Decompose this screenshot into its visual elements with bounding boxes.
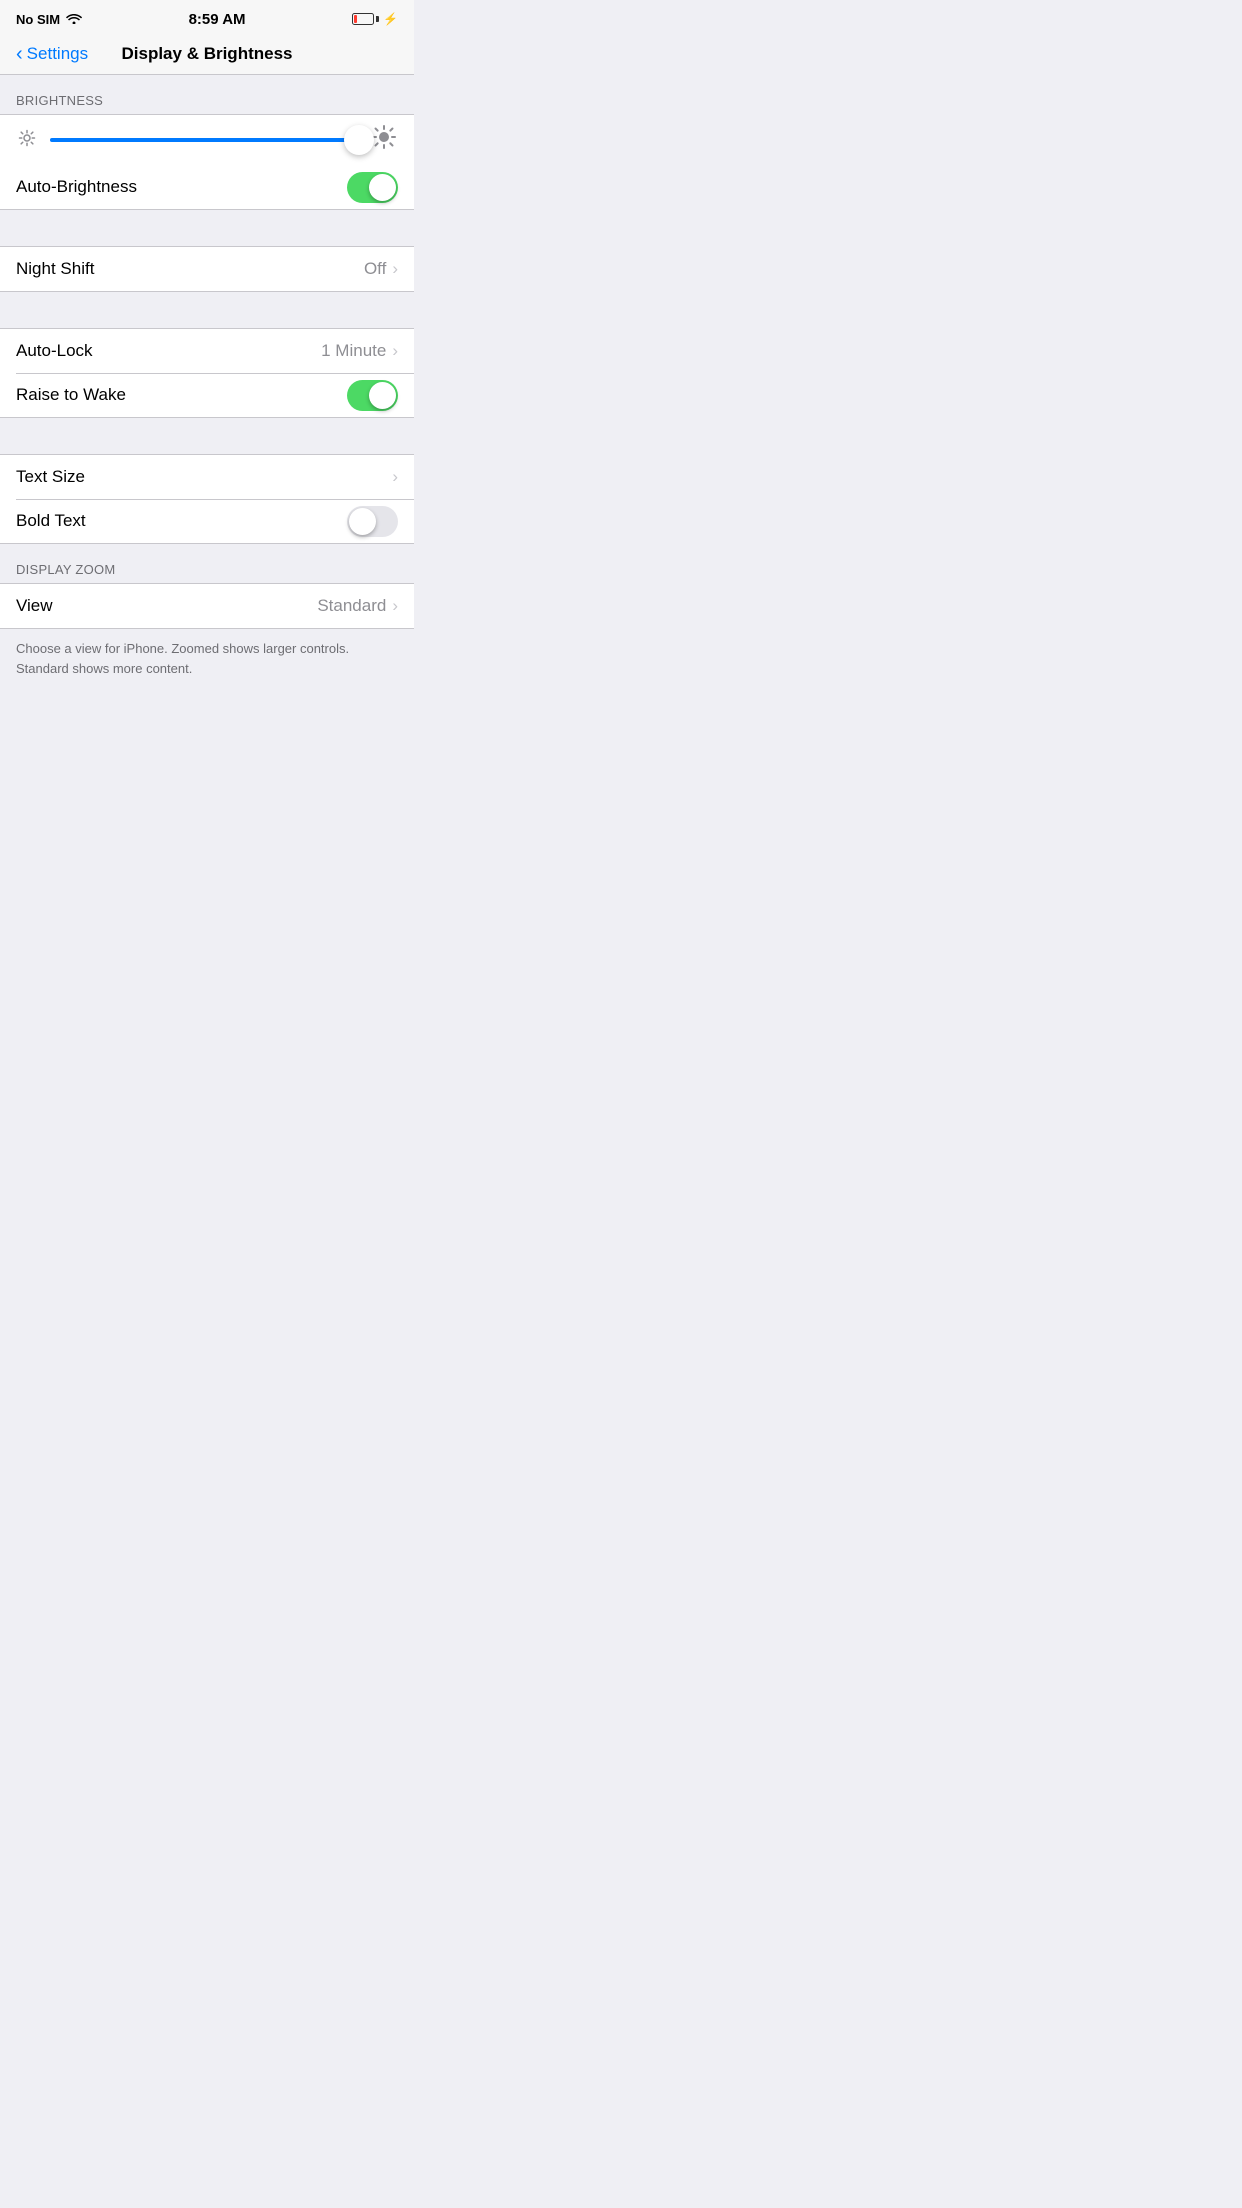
battery-body [352, 13, 374, 25]
raise-to-wake-toggle[interactable] [347, 380, 398, 411]
auto-brightness-label: Auto-Brightness [16, 177, 347, 197]
brightness-slider[interactable] [50, 138, 358, 142]
night-shift-chevron-icon: › [392, 259, 398, 279]
auto-lock-row[interactable]: Auto-Lock 1 Minute › [0, 329, 414, 373]
battery-cap [376, 16, 379, 22]
brightness-section: BRIGHTNESS [0, 75, 414, 210]
sun-large-icon [370, 125, 398, 156]
text-size-chevron-icon: › [392, 467, 398, 487]
night-shift-row[interactable]: Night Shift Off › [0, 247, 414, 291]
brightness-group: Auto-Brightness [0, 114, 414, 210]
battery-indicator [352, 13, 379, 25]
night-shift-group: Night Shift Off › [0, 246, 414, 292]
charging-bolt-icon: ⚡ [383, 12, 398, 26]
status-left: No SIM [16, 12, 82, 27]
bold-text-label: Bold Text [16, 511, 347, 531]
bold-text-toggle[interactable] [347, 506, 398, 537]
view-value: Standard [317, 596, 386, 616]
display-zoom-header: DISPLAY ZOOM [0, 544, 414, 583]
auto-lock-label: Auto-Lock [16, 341, 321, 361]
text-size-label: Text Size [16, 467, 392, 487]
status-bar: No SIM 8:59 AM ⚡ [0, 0, 414, 36]
bold-text-row[interactable]: Bold Text [0, 499, 414, 543]
back-chevron-icon: ‹ [16, 44, 23, 64]
text-size-row[interactable]: Text Size › [0, 455, 414, 499]
gap-2 [0, 292, 414, 328]
auto-lock-value: 1 Minute [321, 341, 386, 361]
brightness-slider-row[interactable] [0, 115, 414, 165]
view-label: View [16, 596, 317, 616]
nav-bar: ‹ Settings Display & Brightness [0, 36, 414, 75]
carrier-text: No SIM [16, 12, 60, 27]
battery-fill [354, 15, 357, 23]
auto-lock-chevron-icon: › [392, 341, 398, 361]
display-zoom-group: View Standard › [0, 583, 414, 629]
sun-small-icon [16, 129, 38, 152]
gap-1 [0, 210, 414, 246]
night-shift-label: Night Shift [16, 259, 364, 279]
brightness-track [50, 138, 358, 142]
auto-brightness-row[interactable]: Auto-Brightness [0, 165, 414, 209]
raise-to-wake-row[interactable]: Raise to Wake [0, 373, 414, 417]
auto-brightness-toggle[interactable] [347, 172, 398, 203]
footer-note: Choose a view for iPhone. Zoomed shows l… [0, 629, 414, 698]
status-time: 8:59 AM [189, 11, 246, 28]
status-right: ⚡ [352, 12, 398, 26]
brightness-thumb[interactable] [344, 125, 374, 155]
raise-to-wake-label: Raise to Wake [16, 385, 347, 405]
back-button-label: Settings [27, 44, 88, 64]
text-group: Text Size › Bold Text [0, 454, 414, 544]
view-chevron-icon: › [392, 596, 398, 616]
lock-wake-group: Auto-Lock 1 Minute › Raise to Wake [0, 328, 414, 418]
gap-3 [0, 418, 414, 454]
auto-brightness-thumb [369, 174, 396, 201]
night-shift-value: Off [364, 259, 386, 279]
wifi-icon [66, 12, 82, 27]
brightness-header: BRIGHTNESS [0, 75, 414, 114]
page-title: Display & Brightness [122, 44, 293, 64]
raise-to-wake-thumb [369, 382, 396, 409]
bold-text-thumb [349, 508, 376, 535]
view-row[interactable]: View Standard › [0, 584, 414, 628]
display-zoom-section: DISPLAY ZOOM View Standard › Choose a vi… [0, 544, 414, 698]
